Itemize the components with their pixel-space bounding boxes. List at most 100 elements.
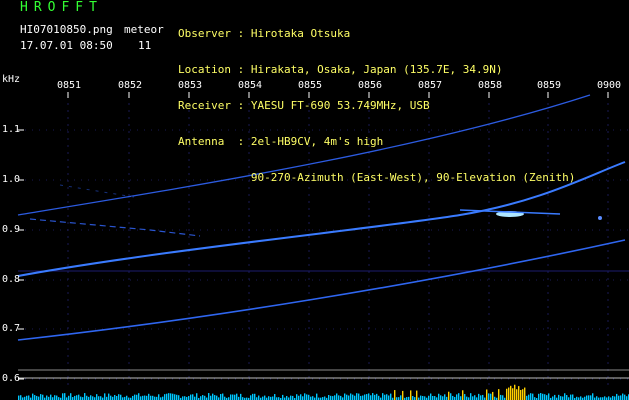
level-bar [510,385,512,400]
level-bar [608,396,610,400]
x-tick-label: 0855 [298,80,323,91]
level-bar [236,393,238,400]
level-bar [168,393,170,400]
level-bar [388,395,390,400]
level-bar [202,395,204,400]
level-bar [486,389,488,400]
level-bar [570,394,572,400]
level-bar [432,395,434,400]
meteor-trace [29,218,201,237]
level-bar [258,395,260,400]
level-bar [62,393,64,400]
y-tick-label: 0.7 [2,323,21,334]
level-bar [370,395,372,400]
level-bar [452,395,454,400]
level-bar [40,394,42,400]
level-bar [524,387,526,400]
level-bar [28,395,30,400]
level-bar [330,395,332,400]
level-bar [158,394,160,400]
y-tick-label: 0.9 [2,224,21,235]
level-bar [612,395,614,400]
capture-datetime: 17.07.01 08:50 [20,39,113,52]
level-bar [80,396,82,400]
level-bar [424,396,426,400]
level-bar [530,393,532,400]
level-bar [208,393,210,400]
level-bar [528,394,530,400]
level-bar [596,396,598,400]
x-tick-label: 0854 [238,80,263,91]
level-bar [522,389,524,400]
x-tick-label: 0853 [178,80,203,91]
signal-level-strip [18,384,629,400]
level-bar [336,393,338,400]
level-bar [272,396,274,400]
level-bar [428,395,430,400]
level-bar [542,393,544,400]
level-bar [592,393,594,400]
level-bar [480,395,482,400]
level-bar [84,393,86,400]
level-bar [308,394,310,400]
level-bar [98,396,100,400]
level-bar [304,393,306,400]
level-bar [354,395,356,400]
level-bar [362,395,364,400]
level-bar [100,396,102,400]
level-bar [622,393,624,400]
level-bar [538,393,540,400]
level-bar [220,394,222,400]
level-bar [548,393,550,400]
level-bar [604,396,606,400]
level-bar [302,396,304,400]
level-bar [590,395,592,400]
carrier-trace [17,239,626,341]
level-bar [390,393,392,400]
level-bar [328,394,330,400]
level-bar [214,395,216,400]
level-bar [456,394,458,400]
level-bar [46,395,48,400]
level-bar [474,395,476,400]
level-bar [240,393,242,400]
level-bar [440,395,442,400]
level-bar [462,390,464,400]
level-bar [324,396,326,400]
level-bar [86,395,88,400]
level-bar [300,394,302,400]
level-bar [274,394,276,400]
level-bar [298,395,300,400]
level-bar [520,389,522,400]
y-tick-label: 1.0 [2,174,21,185]
level-bar [312,396,314,400]
receiver-line: Receiver : YAESU FT-690 53.749MHz, USB [178,99,430,112]
level-bar [306,394,308,400]
y-tick-label: 1.1 [2,124,21,135]
level-bar [56,395,58,400]
level-bar [514,384,516,400]
level-bar [458,393,460,400]
level-bar [348,395,350,400]
level-bar [618,395,620,400]
level-bar [490,393,492,400]
level-bar [146,395,148,400]
level-bar [334,395,336,400]
level-bar [470,393,472,400]
level-bar [286,395,288,400]
level-bar [104,393,106,400]
level-bar [346,394,348,400]
level-bar [212,393,214,400]
level-bar [68,395,70,400]
level-bar [140,396,142,400]
y-tick-label: 0.8 [2,274,21,285]
level-bar [254,393,256,400]
level-bar [466,396,468,400]
level-bar [506,388,508,400]
level-bar [450,393,452,400]
level-bar [500,394,502,400]
level-bar [402,390,404,400]
level-bar [192,394,194,400]
level-bar [230,394,232,400]
level-bar [54,395,56,400]
